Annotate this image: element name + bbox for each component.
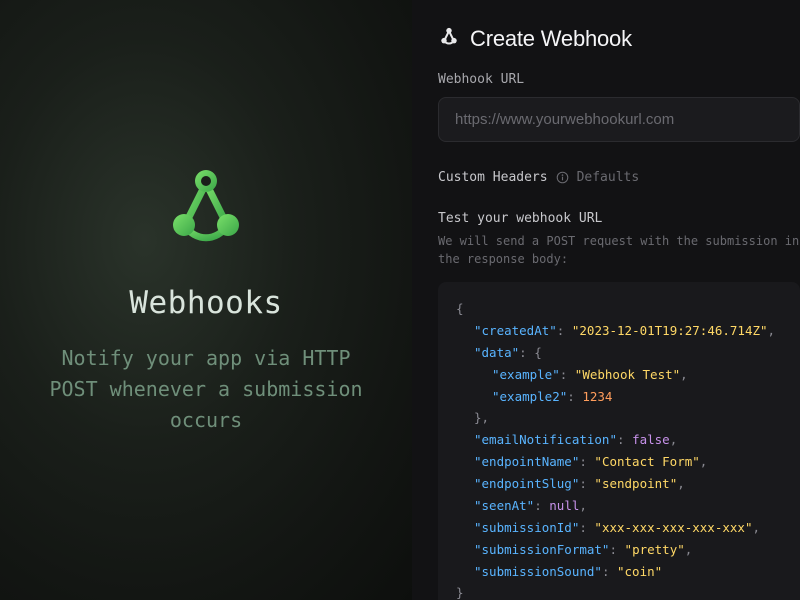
test-section-description: We will send a POST request with the sub… (438, 232, 800, 268)
promo-title: Webhooks (129, 285, 282, 321)
defaults-label: Defaults (577, 170, 640, 185)
info-icon[interactable] (556, 171, 569, 184)
promo-subtitle: Notify your app via HTTP POST whenever a… (46, 343, 366, 436)
custom-headers-label: Custom Headers (438, 170, 548, 185)
payload-createdAt: "2023-12-01T19:27:46.714Z" (572, 323, 768, 338)
test-section-heading: Test your webhook URL (438, 211, 800, 226)
webhook-icon (438, 27, 460, 51)
webhook-logo-icon (158, 165, 254, 257)
panel-header: Create Webhook (438, 26, 800, 52)
custom-headers-row[interactable]: Custom Headers Defaults (438, 170, 800, 185)
webhook-url-input[interactable] (438, 97, 800, 142)
payload-code-block: {"createdAt": "2023-12-01T19:27:46.714Z"… (438, 282, 800, 600)
url-field-label: Webhook URL (438, 72, 800, 87)
create-webhook-panel: Create Webhook Webhook URL Custom Header… (412, 0, 800, 600)
panel-title: Create Webhook (470, 26, 632, 52)
promo-panel: Webhooks Notify your app via HTTP POST w… (0, 0, 412, 600)
